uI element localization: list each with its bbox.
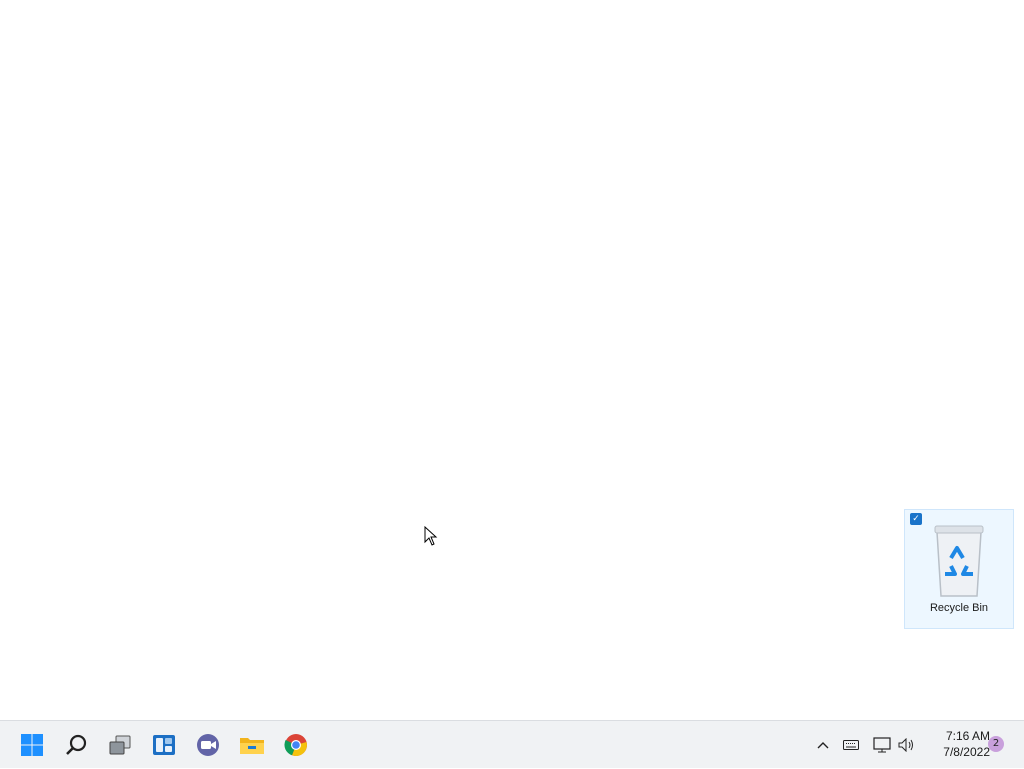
start-button[interactable] [16,729,48,761]
clock[interactable]: 7:16 AM 7/8/2022 [922,728,990,760]
teams-chat-button[interactable] [192,729,224,761]
network-icon [873,737,891,753]
windows-logo-icon [21,734,43,756]
input-indicator-button[interactable] [840,721,862,769]
clock-time: 7:16 AM [945,729,990,743]
chrome-button[interactable] [280,729,312,761]
search-button[interactable] [60,729,92,761]
recycle-bin-icon [934,525,984,597]
taskbar: 7:16 AM 7/8/2022 [0,720,1024,768]
search-icon [66,734,87,755]
task-view-icon [109,735,131,755]
network-button[interactable] [870,721,894,769]
file-explorer-button[interactable] [236,729,268,761]
recycle-bin-label: Recycle Bin [929,602,989,614]
notification-badge[interactable]: 2 [988,736,1004,752]
clock-date: 7/8/2022 [943,745,990,759]
widgets-button[interactable] [148,729,180,761]
mouse-cursor-icon [424,526,438,546]
keyboard-icon [843,740,859,750]
chrome-icon [284,734,307,757]
volume-icon [898,738,913,752]
task-view-button[interactable] [104,729,136,761]
chevron-up-icon [817,742,829,749]
widgets-icon [153,735,175,755]
recycle-bin-desktop-icon[interactable]: ✓ Recycle Bin [904,509,1014,629]
teams-icon [197,734,219,756]
show-hidden-icons-button[interactable] [812,721,834,769]
desktop: ✓ Recycle Bin [0,0,1024,720]
volume-button[interactable] [896,721,918,769]
selection-checkbox[interactable]: ✓ [910,513,922,525]
folder-icon [240,738,264,754]
